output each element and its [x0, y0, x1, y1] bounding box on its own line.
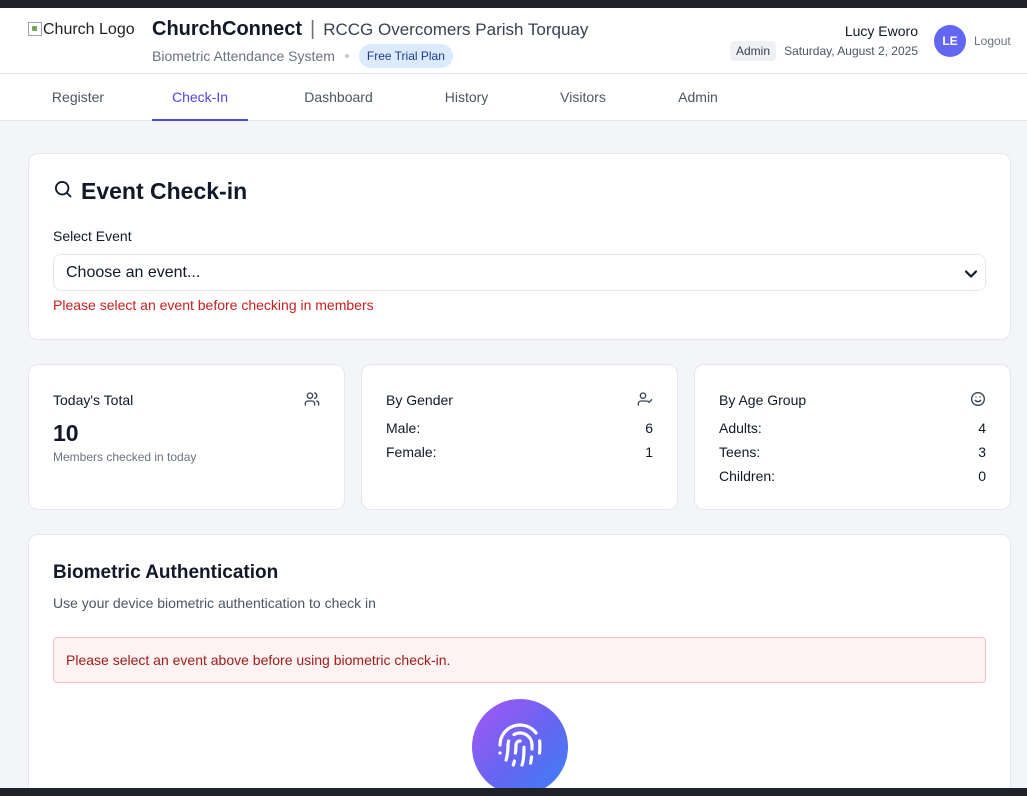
avatar[interactable]: LE	[934, 25, 966, 57]
logout-button[interactable]: Logout	[974, 34, 1011, 48]
row-value: 1	[645, 444, 653, 460]
row-label: Female:	[386, 444, 437, 460]
brand: ChurchConnect | RCCG Overcomers Parish T…	[152, 18, 588, 41]
tab-register[interactable]: Register	[28, 74, 128, 120]
age-group-title: By Age Group	[719, 392, 807, 408]
row-value: 6	[645, 420, 653, 436]
user-name: Lucy Eworo	[844, 23, 918, 39]
broken-image-icon	[28, 22, 42, 36]
system-name: Biometric Attendance System	[152, 48, 335, 64]
current-date: Saturday, August 2, 2025	[784, 44, 918, 58]
tab-check-in[interactable]: Check-In	[152, 74, 248, 121]
row-label: Children:	[719, 468, 776, 484]
age-row-adults: Adults: 4	[719, 420, 986, 436]
main-nav: Register Check-In Dashboard History Visi…	[0, 74, 1027, 121]
biometric-subtitle: Use your device biometric authentication…	[53, 595, 376, 611]
event-select[interactable]: Choose an event...	[53, 254, 986, 291]
search-icon	[53, 179, 73, 204]
app-header: Church Logo ChurchConnect | RCCG Overcom…	[0, 8, 1027, 74]
tab-dashboard[interactable]: Dashboard	[280, 74, 397, 120]
app-frame: Church Logo ChurchConnect | RCCG Overcom…	[0, 8, 1027, 788]
age-row-children: Children: 0	[719, 468, 986, 484]
event-checkin-card: Event Check-in Select Event Choose an ev…	[28, 153, 1011, 340]
row-value: 0	[978, 468, 986, 484]
checkin-heading: Event Check-in	[53, 178, 247, 205]
separator-dot	[344, 54, 349, 58]
church-logo: Church Logo	[28, 21, 135, 39]
today-total-value: 10	[53, 420, 79, 446]
bottom-window-strip	[0, 788, 1027, 796]
tab-history[interactable]: History	[425, 74, 508, 120]
chevron-down-icon	[964, 267, 978, 286]
users-icon	[304, 391, 320, 412]
event-error-message: Please select an event before checking i…	[53, 297, 374, 313]
smile-icon	[970, 391, 986, 412]
biometric-alert: Please select an event above before usin…	[53, 637, 986, 683]
row-label: Adults:	[719, 420, 762, 436]
tab-visitors[interactable]: Visitors	[540, 74, 626, 120]
brand-separator: |	[310, 18, 316, 40]
logo-alt-text: Church Logo	[43, 21, 135, 38]
gender-row-male: Male: 6	[386, 420, 653, 436]
biometric-card: Biometric Authentication Use your device…	[28, 534, 1011, 788]
gender-card: By Gender Male: 6 Female: 1	[361, 364, 678, 510]
fingerprint-icon	[496, 721, 544, 774]
age-group-card: By Age Group Adults: 4 Teens: 3 Children…	[694, 364, 1011, 510]
checkin-title: Event Check-in	[81, 178, 248, 204]
plan-badge: Free Trial Plan	[358, 44, 453, 68]
gender-row-female: Female: 1	[386, 444, 653, 460]
parish-name: RCCG Overcomers Parish Torquay	[323, 19, 589, 39]
today-total-card: Today's Total 10 Members checked in toda…	[28, 364, 345, 510]
row-label: Male:	[386, 420, 421, 436]
row-value: 3	[978, 444, 986, 460]
top-window-strip	[0, 0, 1027, 8]
user-check-icon	[637, 391, 653, 412]
row-value: 4	[978, 420, 986, 436]
today-total-title: Today's Total	[53, 392, 134, 408]
age-row-teens: Teens: 3	[719, 444, 986, 460]
biometric-scan-button[interactable]	[472, 699, 568, 788]
row-label: Teens:	[719, 444, 761, 460]
subtitle-row: Biometric Attendance System Free Trial P…	[152, 44, 453, 68]
event-select-value: Choose an event...	[66, 263, 201, 281]
gender-title: By Gender	[386, 392, 453, 408]
tab-admin[interactable]: Admin	[658, 74, 738, 120]
role-badge: Admin	[730, 41, 777, 61]
today-total-caption: Members checked in today	[53, 450, 197, 464]
app-name: ChurchConnect	[152, 18, 302, 40]
select-event-label: Select Event	[53, 228, 132, 244]
biometric-title: Biometric Authentication	[53, 562, 279, 583]
